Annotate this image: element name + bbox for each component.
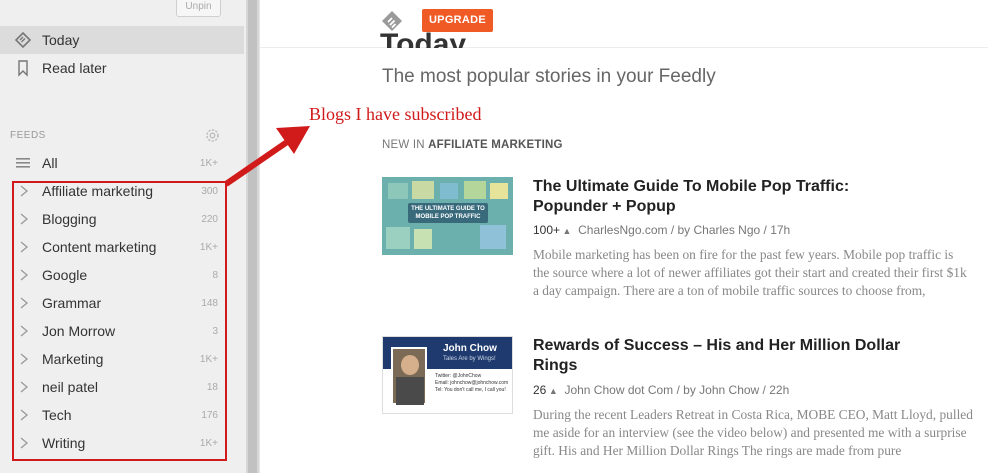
annotation-text: Blogs I have subscribed bbox=[309, 104, 482, 124]
section-header: NEW IN AFFILIATE MARKETING bbox=[382, 139, 563, 151]
upgrade-button[interactable]: UPGRADE bbox=[422, 9, 493, 32]
feed-item-all[interactable]: All 1K+ bbox=[0, 149, 244, 177]
annotation-arrow bbox=[224, 126, 310, 187]
story-summary[interactable]: Mobile marketing has been on fire for th… bbox=[533, 246, 973, 300]
section-feed-link[interactable]: AFFILIATE MARKETING bbox=[428, 139, 563, 151]
feeds-header: FEEDS bbox=[10, 130, 46, 141]
bookmark-icon bbox=[14, 59, 32, 77]
nav-item-read-later[interactable]: Read later bbox=[0, 54, 244, 82]
story-thumbnail[interactable]: John Chow Tales Are by Wings! Twitter: @… bbox=[382, 336, 513, 414]
story-meta: 26 ▲ John Chow dot Com / by John Chow / … bbox=[533, 383, 789, 397]
thumbnail-tagline: Tales Are by Wings! bbox=[443, 356, 496, 362]
thumbnail-line: Email: johnchow@johnchow.com bbox=[435, 380, 509, 386]
nav-label-read-later: Read later bbox=[42, 60, 107, 76]
list-icon bbox=[16, 158, 30, 168]
sidebar-scrollbar-thumb[interactable] bbox=[248, 0, 257, 473]
story-title[interactable]: The Ultimate Guide To Mobile Pop Traffic… bbox=[533, 177, 913, 217]
top-bar bbox=[260, 0, 988, 48]
story-meta: 100+ ▲ CharlesNgo.com / by Charles Ngo /… bbox=[533, 223, 790, 237]
story-card[interactable]: John Chow Tales Are by Wings! Twitter: @… bbox=[382, 336, 982, 473]
story-popularity-count: 26 bbox=[533, 383, 547, 397]
section-header-prefix: NEW IN bbox=[382, 139, 429, 151]
feedly-today-icon bbox=[14, 31, 32, 49]
annotation-highlight-box bbox=[12, 181, 227, 461]
story-summary[interactable]: During the recent Leaders Retreat in Cos… bbox=[533, 406, 973, 460]
flame-icon: ▲ bbox=[546, 386, 558, 396]
nav-label-today: Today bbox=[42, 32, 80, 48]
author-photo bbox=[391, 347, 427, 405]
page-subtitle: The most popular stories in your Feedly bbox=[382, 66, 716, 87]
flame-icon: ▲ bbox=[560, 226, 572, 236]
nav-item-today[interactable]: Today bbox=[0, 26, 244, 54]
feed-count: 1K+ bbox=[199, 158, 218, 169]
unpin-button[interactable]: Unpin bbox=[176, 0, 221, 17]
story-card[interactable]: THE ULTIMATE GUIDE TO MOBILE POP TRAFFIC… bbox=[382, 177, 982, 307]
thumbnail-name: John Chow bbox=[443, 343, 497, 354]
story-thumbnail[interactable]: THE ULTIMATE GUIDE TO MOBILE POP TRAFFIC bbox=[382, 177, 513, 255]
story-title[interactable]: Rewards of Success – His and Her Million… bbox=[533, 336, 913, 376]
story-popularity-count: 100+ bbox=[533, 223, 561, 237]
story-source[interactable]: John Chow dot Com / by John Chow / 22h bbox=[564, 383, 789, 397]
thumbnail-caption: THE ULTIMATE GUIDE TO MOBILE POP TRAFFIC bbox=[411, 206, 485, 220]
story-source[interactable]: CharlesNgo.com / by Charles Ngo / 17h bbox=[578, 223, 790, 237]
feed-label: All bbox=[42, 155, 58, 171]
feedly-logo-icon[interactable] bbox=[381, 10, 403, 32]
thumbnail-line: Tel: You don't call me, I call you! bbox=[435, 387, 506, 393]
divider bbox=[259, 0, 260, 473]
gear-icon[interactable] bbox=[204, 127, 221, 144]
thumbnail-line: Twitter: @JohnChow bbox=[435, 373, 482, 379]
